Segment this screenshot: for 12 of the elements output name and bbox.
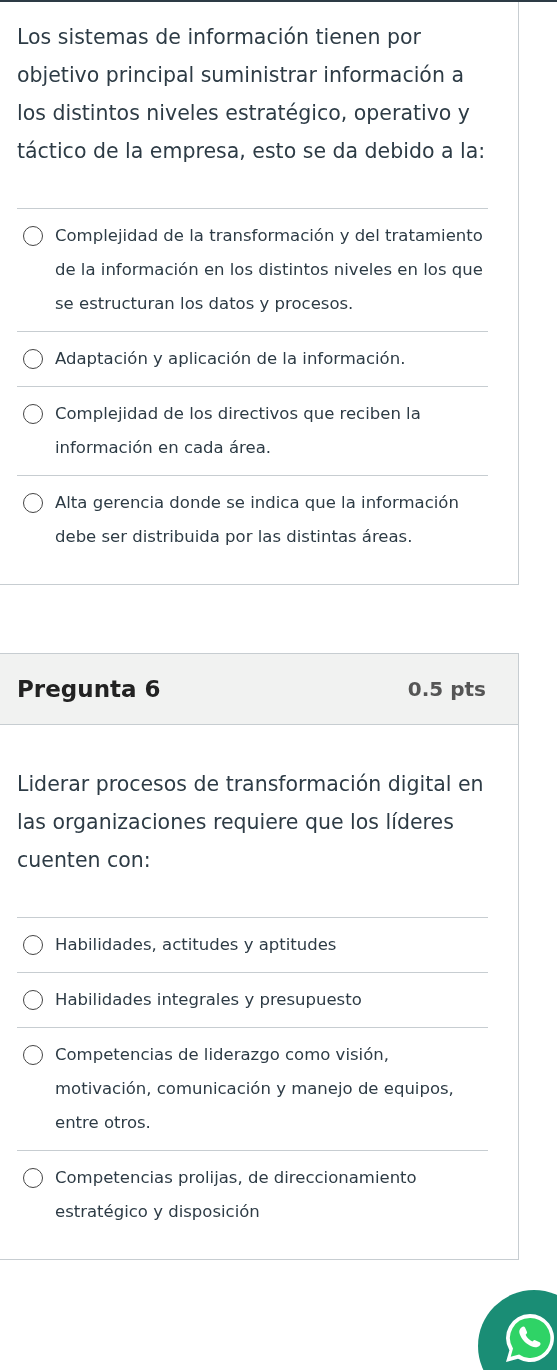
question-text: Liderar procesos de transformación digital en las organizaciones requiere que los líderes cuenten con: xyxy=(17,771,485,874)
answer-label[interactable]: Competencias de liderazgo como visión, motivación, comunicación y manejo de equipos, entre otros. xyxy=(55,1038,488,1140)
answer-label[interactable]: Complejidad de los directivos que reciben la información en cada área. xyxy=(55,397,488,465)
answer-label[interactable]: Habilidades integrales y presupuesto xyxy=(55,983,362,1017)
question-text: Los sistemas de información tienen por objetivo principal suministrar información a los distintos niveles estratégico, operativo y táctico de la empresa, esto se da debido a la: xyxy=(17,24,487,165)
answer-label[interactable]: Alta gerencia donde se indica que la información debe ser distribuida por las distintas áreas. xyxy=(55,486,488,554)
question-title: Pregunta 6 xyxy=(17,676,161,702)
question-points: 0.5 pts xyxy=(407,677,486,701)
answer-label[interactable]: Adaptación y aplicación de la información. xyxy=(55,342,406,376)
answer-label[interactable]: Complejidad de la transformación y del tratamiento de la información en los distintos niveles en los que se estructuran los datos y procesos. xyxy=(55,219,488,321)
answer-label[interactable]: Habilidades, actitudes y aptitudes xyxy=(55,928,337,962)
answer-label[interactable]: Competencias prolijas, de direccionamiento estratégico y disposición xyxy=(55,1161,488,1229)
